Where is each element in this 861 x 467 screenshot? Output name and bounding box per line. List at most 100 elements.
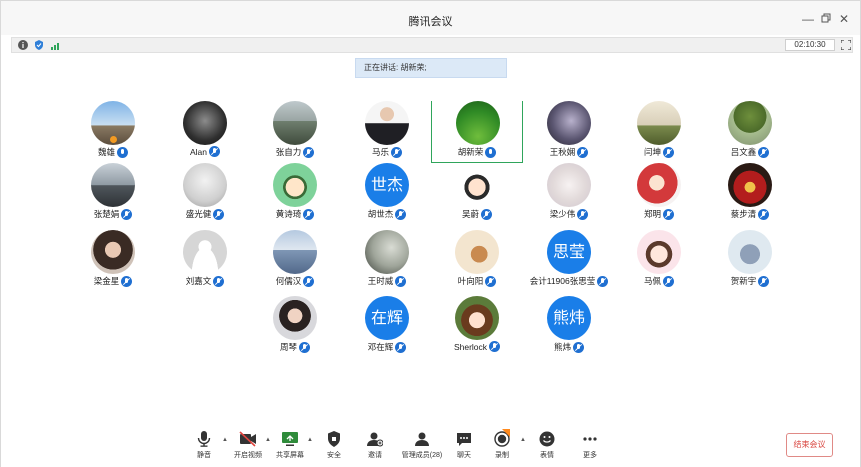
participant-tile[interactable]: 马佩 xyxy=(613,230,705,292)
invite-button[interactable]: 邀请 xyxy=(355,431,395,465)
share-screen-button[interactable]: 共享屏幕 xyxy=(270,431,310,465)
smiley-icon xyxy=(539,431,555,447)
mic-muted-icon xyxy=(209,146,220,158)
start-video-label: 开启视频 xyxy=(234,452,262,459)
mic-on-icon xyxy=(117,146,128,158)
chat-label: 聊天 xyxy=(457,452,471,459)
mic-on-icon xyxy=(485,146,497,158)
avatar xyxy=(728,230,772,274)
participant-tile[interactable]: 周琴 xyxy=(249,296,341,358)
mic-muted-icon xyxy=(663,275,674,287)
participant-name-line: 邓在辉 xyxy=(341,341,433,355)
avatar: 思莹 xyxy=(547,230,591,274)
participant-tile[interactable]: 梁少伟 xyxy=(523,163,615,225)
participant-name: Sherlock xyxy=(453,341,488,352)
security-shield-icon xyxy=(328,431,340,447)
participant-tile[interactable]: 黄诗琦 xyxy=(249,163,341,225)
share-options-caret-icon[interactable]: ▲ xyxy=(307,437,313,443)
participant-tile[interactable]: 盛光健 xyxy=(159,163,251,225)
participant-tile[interactable]: 世杰 胡世杰 xyxy=(341,163,433,225)
reactions-button[interactable]: 表情 xyxy=(527,431,567,465)
participant-tile[interactable]: 吴蔚 xyxy=(431,163,523,225)
video-off-icon xyxy=(239,431,256,447)
participant-name-line: 王秋娴 xyxy=(523,146,615,160)
participant-tile[interactable]: 闫坤 xyxy=(613,101,705,163)
participant-tile[interactable]: 郑明 xyxy=(613,163,705,225)
participant-name-line: 郑明 xyxy=(613,208,705,222)
speaking-text: 正在讲话: 胡新荣; xyxy=(364,63,427,72)
participant-name-line: Sherlock xyxy=(431,341,523,355)
participant-name: 梁金星 xyxy=(93,276,120,286)
chat-button[interactable]: 聊天 xyxy=(444,431,484,465)
start-video-button[interactable]: 开启视频 xyxy=(228,431,268,465)
participant-tile[interactable]: Alan xyxy=(159,101,251,163)
mic-muted-icon xyxy=(395,208,407,220)
participant-name-line: 张楚娟 xyxy=(67,208,159,222)
participant-tile[interactable]: 叶向阳 xyxy=(431,230,523,292)
participant-name: 盛光健 xyxy=(185,209,212,219)
manage-members-label: 管理成员(28) xyxy=(401,452,443,459)
participant-name-line: 何儒汉 xyxy=(249,275,341,289)
avatar: 熊炜 xyxy=(547,296,591,340)
mic-muted-icon xyxy=(597,275,609,287)
record-options-caret-icon[interactable]: ▲ xyxy=(520,437,526,443)
status-strip: 02:10:30 xyxy=(11,37,853,53)
participant-name-line: 梁金星 xyxy=(67,275,159,289)
record-button[interactable]: 录制 xyxy=(482,429,522,465)
participant-tile[interactable]: 何儒汉 xyxy=(249,230,341,292)
microphone-icon xyxy=(197,431,211,447)
participant-name-line: 吕文鑫 xyxy=(704,146,796,160)
participant-tile[interactable]: 梁金星 xyxy=(67,230,159,292)
participant-name: 郑明 xyxy=(643,209,661,219)
participant-tile[interactable]: 张楚娟 xyxy=(67,163,159,225)
mic-muted-icon xyxy=(481,208,492,220)
avatar xyxy=(728,163,772,207)
participant-tile[interactable]: 蔡步清 xyxy=(704,163,796,225)
security-button[interactable]: 安全 xyxy=(314,431,354,465)
avatar xyxy=(273,101,317,145)
participant-name: 贺新宇 xyxy=(730,276,757,286)
end-meeting-button[interactable]: 结束会议 xyxy=(786,433,833,457)
participant-name: 胡新荣 xyxy=(457,147,484,157)
mic-muted-icon xyxy=(663,146,674,158)
participant-tile[interactable]: 张自力 xyxy=(249,101,341,163)
invite-label: 邀请 xyxy=(368,452,382,459)
avatar xyxy=(91,230,135,274)
participant-name: 吕文鑫 xyxy=(730,147,757,157)
participant-tile[interactable]: 刘嘉文 xyxy=(159,230,251,292)
participant-tile[interactable]: Sherlock xyxy=(431,296,523,358)
avatar xyxy=(273,163,317,207)
info-icon[interactable] xyxy=(18,40,28,50)
participant-name: 吴蔚 xyxy=(461,209,479,219)
title-bar[interactable]: 腾讯会议 — ✕ xyxy=(1,1,860,35)
participant-tile[interactable]: 王时威 xyxy=(341,230,433,292)
close-icon[interactable]: ✕ xyxy=(837,12,851,26)
more-button[interactable]: 更多 xyxy=(570,431,610,465)
signal-icon[interactable] xyxy=(51,40,61,50)
minimize-icon[interactable]: — xyxy=(801,12,815,26)
participant-name-line: 周琴 xyxy=(249,341,341,355)
avatar xyxy=(455,230,499,274)
participant-tile[interactable]: 吕文鑫 xyxy=(704,101,796,163)
mute-button[interactable]: 静音 xyxy=(184,431,224,465)
participant-name-line: 胡世杰 xyxy=(341,208,433,222)
more-label: 更多 xyxy=(583,452,597,459)
restore-icon[interactable] xyxy=(819,12,833,26)
record-label: 录制 xyxy=(495,452,509,459)
participant-tile[interactable]: 在辉 邓在辉 xyxy=(341,296,433,358)
participant-tile[interactable]: 贺新宇 xyxy=(704,230,796,292)
participant-tile[interactable]: 马乐 xyxy=(341,101,433,163)
fullscreen-icon[interactable] xyxy=(841,40,851,50)
participant-name-line: 魏雄 xyxy=(67,146,159,160)
participant-tile[interactable]: 思莹 会计11906张思莹 xyxy=(523,230,615,292)
avatar xyxy=(183,163,227,207)
participant-name-line: Alan xyxy=(159,146,251,160)
shield-icon[interactable] xyxy=(34,40,44,50)
participant-tile[interactable]: 王秋娴 xyxy=(523,101,615,163)
participant-tile[interactable]: 熊炜 熊炜 xyxy=(523,296,615,358)
avatar xyxy=(728,101,772,145)
participant-tile[interactable]: 胡新荣 xyxy=(431,101,523,163)
manage-members-button[interactable]: 管理成员(28) xyxy=(399,431,445,465)
participant-tile[interactable]: 魏雄 xyxy=(67,101,159,163)
participant-name-line: 会计11906张思莹 xyxy=(523,275,615,289)
